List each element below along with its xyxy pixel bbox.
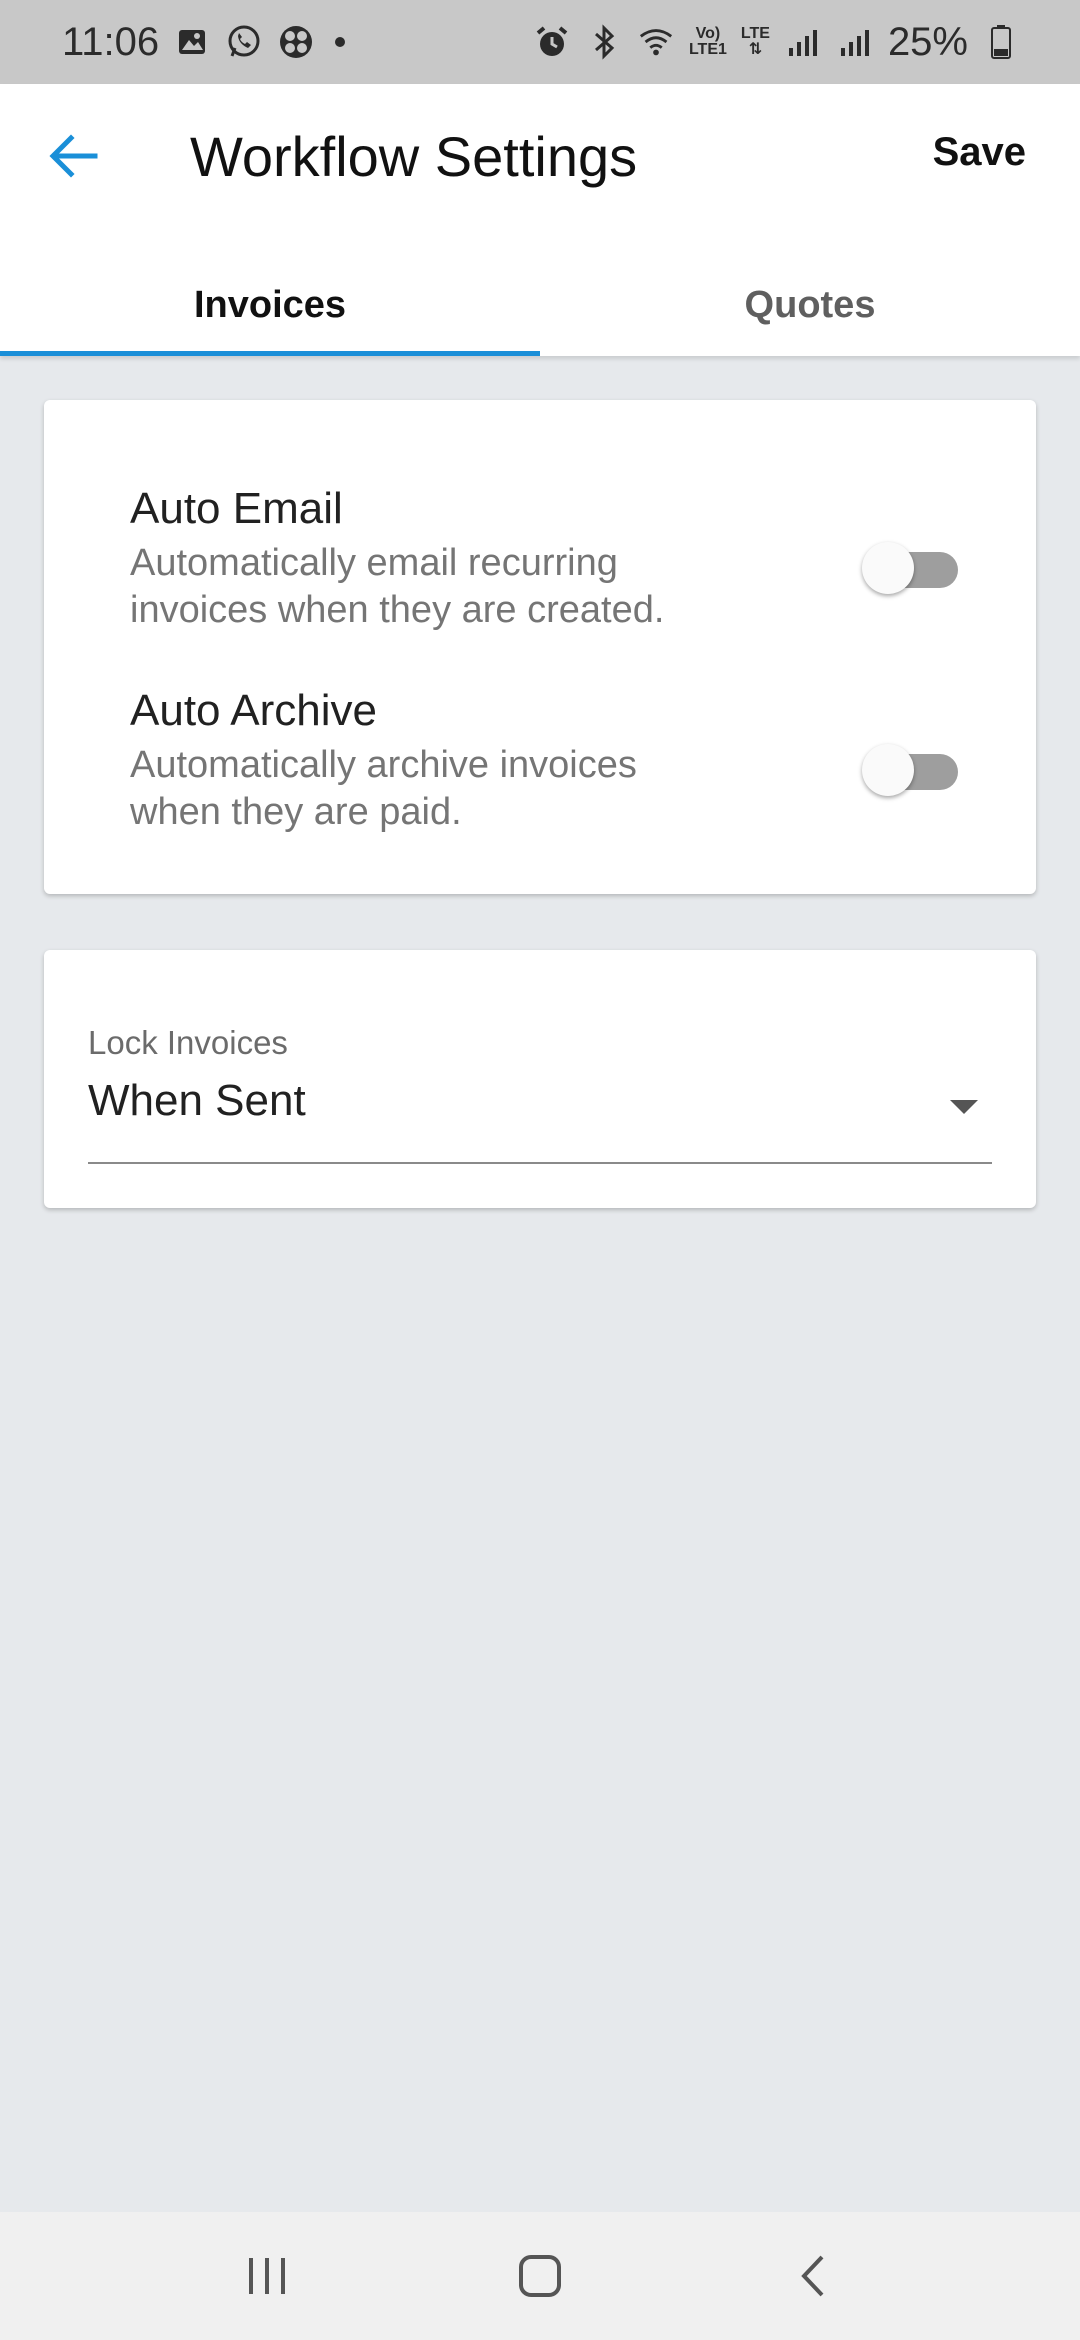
setting-description: Automatically archive invoices when they… (130, 744, 637, 833)
auto-archive-toggle[interactable] (860, 736, 960, 796)
setting-title: Auto Email (130, 484, 343, 533)
volte-indicator: Vo) LTE1 (689, 26, 727, 58)
alarm-icon (533, 23, 571, 61)
volte-text-top: Vo) (695, 25, 721, 42)
lock-invoices-card: Lock Invoices When Sent (44, 950, 1036, 1208)
dropdown-arrow-icon[interactable] (950, 1100, 978, 1114)
notification-dot (335, 37, 346, 47)
auto-email-toggle[interactable] (860, 534, 960, 594)
dropdown-underline (88, 1162, 992, 1164)
back-button[interactable] (44, 126, 104, 186)
auto-email-setting[interactable]: Auto Email Automatically email recurring… (130, 484, 950, 634)
data-arrows-icon: ⇅ (748, 41, 763, 58)
auto-archive-setting[interactable]: Auto Archive Automatically archive invoi… (130, 686, 950, 836)
arrow-back-icon (49, 134, 98, 178)
lte-indicator: LTE ⇅ (741, 26, 770, 58)
signal-icon (784, 23, 822, 61)
tab-bar: Invoices Quotes (0, 254, 1080, 356)
battery-icon (982, 23, 1020, 61)
system-nav-bar (0, 2212, 1080, 2340)
page-title: Workflow Settings (190, 125, 638, 188)
setting-description: Automatically email recurring invoices w… (130, 542, 665, 631)
auto-settings-card: Auto Email Automatically email recurring… (44, 400, 1036, 894)
lte-text: LTE (740, 25, 770, 42)
status-bar: 11:06 Vo) LTE1 LTE ⇅ 25% (0, 0, 1080, 84)
whatsapp-icon (225, 23, 263, 61)
app-bar: Workflow Settings Save Invoices Quotes (0, 84, 1080, 356)
back-nav-icon (801, 2255, 824, 2297)
toggle-thumb (862, 542, 914, 594)
home-button[interactable] (500, 2236, 580, 2316)
battery-percent: 25% (887, 19, 968, 64)
wifi-icon (637, 23, 675, 61)
tab-quotes[interactable]: Quotes (540, 254, 1080, 356)
tab-invoices[interactable]: Invoices (0, 254, 540, 356)
save-button[interactable]: Save (933, 130, 1026, 175)
status-bar-right: Vo) LTE1 LTE ⇅ 25% (533, 20, 1020, 65)
status-bar-left: 11:06 (62, 19, 346, 65)
home-icon (518, 2255, 561, 2297)
setting-title: Auto Archive (130, 686, 378, 735)
signal-icon (836, 23, 874, 61)
back-nav-button[interactable] (773, 2236, 853, 2316)
gallery-icon (173, 23, 211, 61)
recents-button[interactable] (227, 2236, 307, 2316)
volte-text-bottom: LTE1 (688, 41, 727, 58)
status-time: 11:06 (62, 19, 160, 64)
bluetooth-icon (585, 23, 623, 61)
app-icon (277, 23, 315, 61)
lock-invoices-label: Lock Invoices (88, 1024, 288, 1061)
lock-invoices-select[interactable]: When Sent (88, 1076, 306, 1126)
recents-icon (248, 2258, 285, 2294)
toggle-thumb (862, 744, 914, 796)
